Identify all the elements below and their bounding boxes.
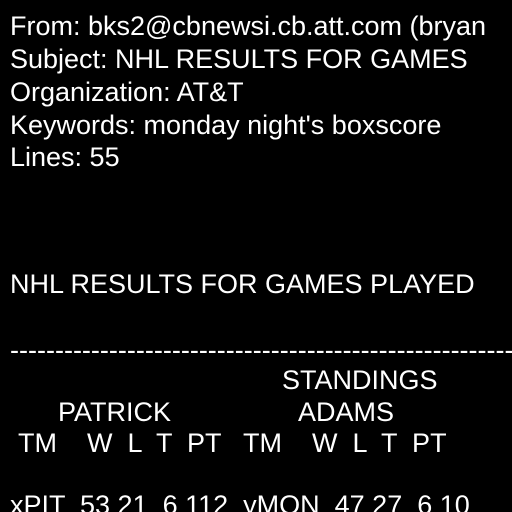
- header-subject: Subject: NHL RESULTS FOR GAMES: [10, 44, 468, 74]
- header-lines: Lines: 55: [10, 142, 120, 172]
- division-adams: ADAMS: [298, 397, 395, 427]
- body-title: NHL RESULTS FOR GAMES PLAYED: [10, 269, 475, 299]
- standings-row: xPIT 53 21 6 112 yMON 47 27 6 10: [10, 490, 470, 512]
- divider-line: ----------------------------------------…: [10, 335, 512, 365]
- standings-column-headers: TM W L T PT TM W L T PT: [18, 428, 447, 458]
- header-keywords: Keywords: monday night's boxscore: [10, 110, 442, 140]
- email-document: From: bks2@cbnewsi.cb.att.com (bryan Sub…: [0, 0, 512, 512]
- header-from: From: bks2@cbnewsi.cb.att.com (bryan: [10, 11, 487, 41]
- division-patrick: PATRICK: [58, 397, 172, 427]
- standings-label: STANDINGS: [282, 365, 438, 395]
- header-organization: Organization: AT&T: [10, 77, 244, 107]
